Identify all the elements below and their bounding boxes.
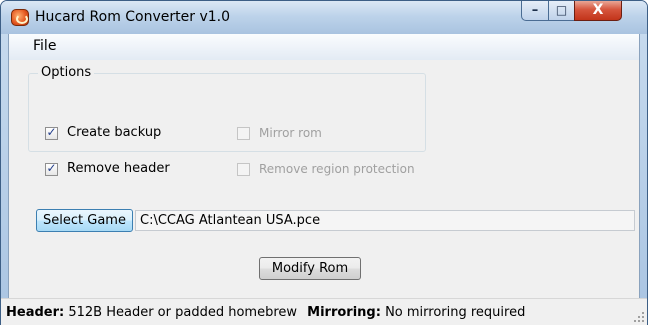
remove-header-checkbox[interactable]: Remove header	[45, 161, 205, 179]
window-title: Hucard Rom Converter v1.0	[35, 9, 231, 25]
modify-rom-button[interactable]: Modify Rom	[259, 257, 361, 280]
close-icon: X	[592, 2, 604, 18]
mirroring-status-key: Mirroring:	[307, 305, 381, 320]
app-window: Hucard Rom Converter v1.0 – □ X File Opt…	[0, 0, 648, 327]
resize-grip-icon[interactable]	[634, 312, 644, 322]
header-status-key: Header:	[6, 305, 65, 320]
options-group-label: Options	[38, 65, 95, 80]
maximize-icon: □	[555, 3, 568, 17]
remove-header-label: Remove header	[67, 161, 170, 176]
remove-region-label: Remove region protection	[259, 162, 415, 176]
remove-header-checkmark	[45, 161, 58, 176]
mirror-rom-box	[237, 127, 250, 140]
create-backup-checkbox[interactable]: Create backup	[45, 125, 205, 143]
status-bar: Header: 512B Header or padded homebrew M…	[1, 298, 647, 326]
select-game-button[interactable]: Select Game	[36, 209, 133, 232]
create-backup-label: Create backup	[67, 125, 162, 140]
close-button[interactable]: X	[574, 1, 622, 21]
maximize-button[interactable]: □	[548, 1, 575, 21]
mirror-rom-checkbox[interactable]: Mirror rom	[237, 125, 347, 143]
mirror-rom-label: Mirror rom	[259, 126, 322, 140]
create-backup-checkmark	[45, 125, 58, 140]
app-logo-icon	[11, 9, 29, 26]
remove-region-checkbox[interactable]: Remove region protection	[237, 161, 427, 179]
menu-file[interactable]: File	[33, 38, 56, 54]
mirroring-status-value: No mirroring required	[385, 305, 526, 320]
header-status-value: 512B Header or padded homebrew	[68, 305, 298, 320]
background-edge	[0, 325, 652, 331]
game-path-field[interactable]: C:\CCAG Atlantean USA.pce	[135, 210, 635, 231]
menu-bar: File	[9, 34, 639, 60]
minimize-button[interactable]: –	[521, 1, 549, 21]
remove-region-box	[237, 163, 250, 176]
minimize-icon: –	[531, 3, 539, 18]
caption-buttons: – □ X	[521, 1, 639, 22]
